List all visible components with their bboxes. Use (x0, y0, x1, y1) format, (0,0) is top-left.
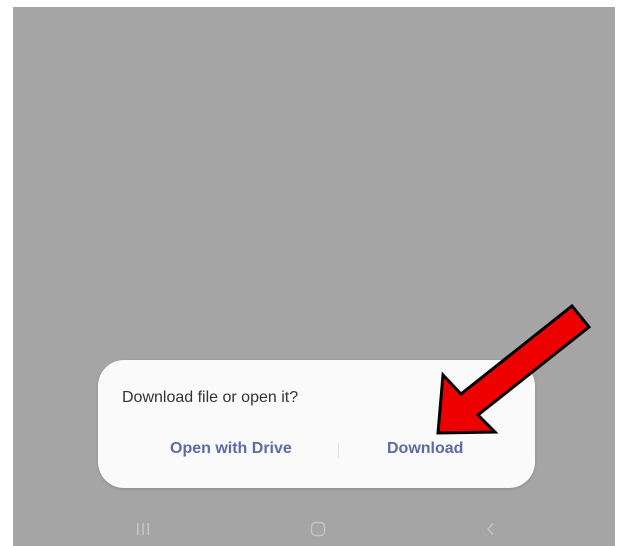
recents-button[interactable] (123, 516, 163, 542)
recents-icon (137, 523, 149, 535)
open-with-drive-button[interactable]: Open with Drive (170, 440, 292, 458)
home-icon (310, 521, 326, 537)
back-button[interactable] (471, 516, 511, 542)
action-divider (338, 443, 339, 458)
back-icon (487, 523, 494, 535)
download-button[interactable]: Download (387, 440, 463, 458)
navigation-bar (13, 512, 615, 546)
phone-screen: Download file or open it? Open with Driv… (13, 7, 615, 546)
download-dialog: Download file or open it? Open with Driv… (98, 360, 535, 488)
home-button[interactable] (298, 516, 338, 542)
dialog-title: Download file or open it? (122, 389, 299, 406)
